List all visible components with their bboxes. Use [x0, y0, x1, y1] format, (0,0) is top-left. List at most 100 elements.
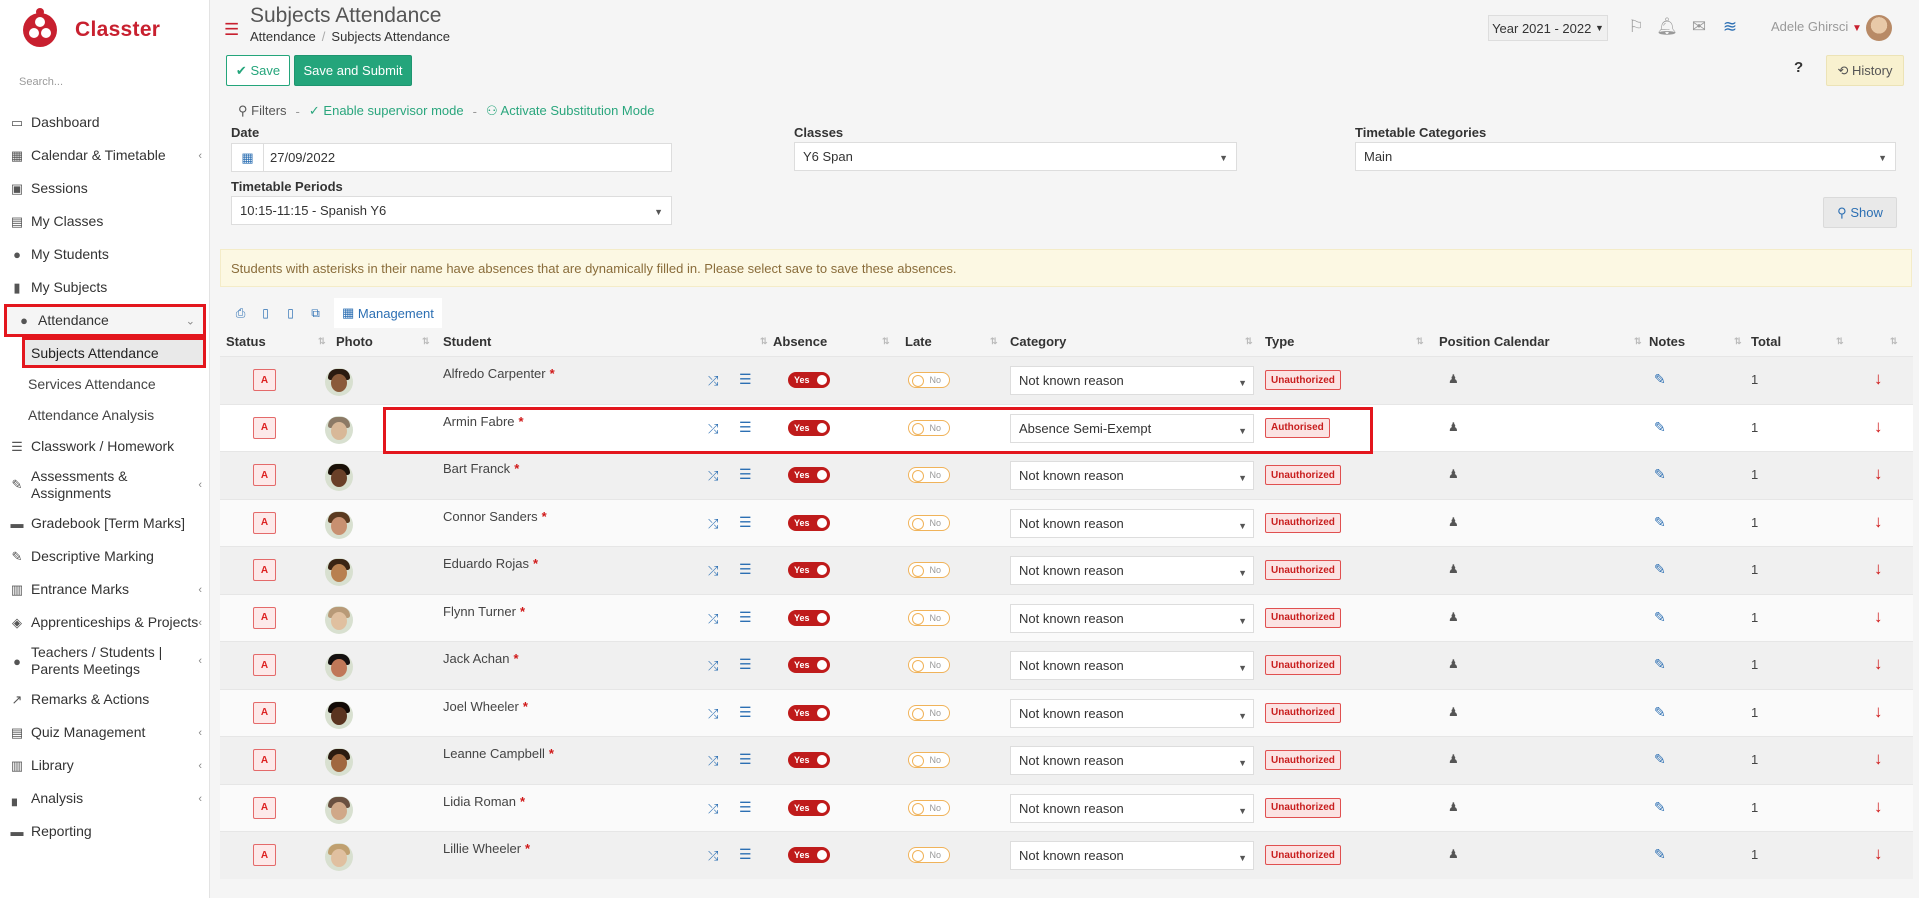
category-select[interactable]: Not known reason ▼: [1010, 603, 1254, 633]
student-name[interactable]: Connor Sanders *: [443, 509, 547, 524]
classes-select[interactable]: Y6 Span ▼: [794, 142, 1237, 171]
shuffle-icon[interactable]: ⤮: [708, 373, 718, 389]
category-select[interactable]: Not known reason ▼: [1010, 698, 1254, 728]
management-button[interactable]: ▦ Management: [334, 298, 442, 328]
status-badge[interactable]: A: [253, 369, 276, 391]
timetable-categories-select[interactable]: Main ▼: [1355, 142, 1896, 171]
shuffle-icon[interactable]: ⤮: [708, 848, 718, 864]
arrow-down-icon[interactable]: ↓: [1874, 702, 1883, 722]
list-icon[interactable]: ☰: [739, 609, 752, 626]
absence-toggle[interactable]: Yes: [788, 704, 830, 721]
list-icon[interactable]: ☰: [739, 419, 752, 436]
mail-icon[interactable]: ✉: [1688, 16, 1710, 38]
shuffle-icon[interactable]: ⤮: [708, 516, 718, 532]
position-calendar-icon[interactable]: ♟: [1448, 800, 1459, 814]
category-select[interactable]: Not known reason ▼: [1010, 508, 1254, 538]
edit-notes-icon[interactable]: ✎: [1654, 419, 1666, 436]
csv-icon[interactable]: ▯: [253, 306, 278, 320]
absence-toggle[interactable]: Yes: [788, 799, 830, 816]
activate-substitution-mode-link[interactable]: ⚇ Activate Substitution Mode: [486, 103, 654, 119]
category-select[interactable]: Not known reason ▼: [1010, 841, 1254, 870]
late-toggle[interactable]: No: [908, 372, 950, 388]
status-badge[interactable]: A: [253, 559, 276, 581]
status-badge[interactable]: A: [253, 416, 276, 439]
absence-toggle[interactable]: Yes: [788, 562, 830, 578]
edit-notes-icon[interactable]: ✎: [1654, 656, 1666, 673]
sidebar-item-my-subjects[interactable]: ▮ My Subjects: [0, 271, 210, 304]
arrow-down-icon[interactable]: ↓: [1874, 607, 1883, 627]
sort-icon[interactable]: ⇅: [760, 336, 768, 347]
arrow-down-icon[interactable]: ↓: [1874, 512, 1883, 532]
student-name[interactable]: Eduardo Rojas *: [443, 556, 538, 571]
absence-toggle[interactable]: Yes: [788, 657, 830, 673]
show-button[interactable]: ⚲ Show: [1823, 197, 1897, 228]
student-name[interactable]: Alfredo Carpenter *: [443, 366, 555, 381]
edit-notes-icon[interactable]: ✎: [1654, 751, 1666, 768]
status-badge[interactable]: A: [253, 654, 276, 676]
menu-toggle-icon[interactable]: ☰: [224, 20, 239, 40]
col-late[interactable]: Late: [905, 334, 932, 349]
category-select[interactable]: Absence Semi-Exempt ▼: [1010, 413, 1254, 443]
app-logo[interactable]: Classter: [20, 8, 160, 52]
sidebar-item-my-students[interactable]: ● My Students: [0, 238, 210, 271]
shuffle-icon[interactable]: ⤮: [708, 706, 718, 722]
col-absence[interactable]: Absence: [773, 334, 827, 349]
student-name[interactable]: Joel Wheeler *: [443, 699, 528, 714]
sidebar-subitem-attendance-analysis[interactable]: Attendance Analysis: [0, 399, 210, 430]
list-icon[interactable]: ☰: [739, 466, 752, 483]
edit-notes-icon[interactable]: ✎: [1654, 799, 1666, 816]
sort-icon[interactable]: ⇅: [1836, 336, 1844, 347]
sidebar-item-calendar-timetable[interactable]: ▦ Calendar & Timetable ‹: [0, 139, 210, 172]
col-category[interactable]: Category: [1010, 334, 1066, 349]
arrow-down-icon[interactable]: ↓: [1874, 369, 1883, 389]
edit-notes-icon[interactable]: ✎: [1654, 514, 1666, 531]
sidebar-item-teachers-students-parents-meetings[interactable]: ● Teachers / Students | Parents Meetings ‹: [0, 639, 210, 683]
arrow-down-icon[interactable]: ↓: [1874, 464, 1883, 484]
late-toggle[interactable]: No: [908, 657, 950, 673]
edit-notes-icon[interactable]: ✎: [1654, 704, 1666, 721]
category-select[interactable]: Not known reason ▼: [1010, 461, 1254, 490]
arrow-down-icon[interactable]: ↓: [1874, 797, 1883, 817]
list-icon[interactable]: ☰: [739, 799, 752, 816]
category-select[interactable]: Not known reason ▼: [1010, 746, 1254, 775]
sidebar-search-input[interactable]: Search...: [19, 76, 189, 88]
excel-icon[interactable]: ▯: [278, 306, 303, 320]
date-field[interactable]: ▦ 27/09/2022: [231, 143, 672, 172]
col-student[interactable]: Student: [443, 334, 491, 349]
absence-toggle[interactable]: Yes: [788, 847, 830, 863]
student-name[interactable]: Leanne Campbell *: [443, 746, 554, 761]
late-toggle[interactable]: No: [908, 799, 950, 816]
year-selector[interactable]: Year 2021 - 2022 ▼: [1488, 15, 1608, 41]
edit-notes-icon[interactable]: ✎: [1654, 609, 1666, 626]
late-toggle[interactable]: No: [908, 419, 950, 436]
late-toggle[interactable]: No: [908, 609, 950, 626]
sort-icon[interactable]: ⇅: [990, 336, 998, 347]
sidebar-item-assessments-assignments[interactable]: ✎ Assessments & Assignments ‹: [0, 463, 210, 507]
sort-icon[interactable]: ⇅: [318, 336, 326, 347]
student-name[interactable]: Bart Franck *: [443, 461, 519, 476]
sidebar-item-descriptive-marking[interactable]: ✎ Descriptive Marking: [0, 540, 210, 573]
sidebar-item-my-classes[interactable]: ▤ My Classes: [0, 205, 210, 238]
status-badge[interactable]: A: [253, 796, 276, 819]
filters-toggle[interactable]: ⚲ Filters: [238, 103, 287, 119]
sidebar-item-analysis[interactable]: ▖ Analysis ‹: [0, 782, 210, 815]
student-name[interactable]: Lidia Roman *: [443, 794, 525, 809]
late-toggle[interactable]: No: [908, 514, 950, 531]
student-name[interactable]: Armin Fabre *: [443, 414, 524, 429]
sort-icon[interactable]: ⇅: [1634, 336, 1642, 347]
sidebar-subitem-subjects-attendance[interactable]: Subjects Attendance: [22, 337, 206, 368]
arrow-down-icon[interactable]: ↓: [1874, 417, 1883, 437]
edit-notes-icon[interactable]: ✎: [1654, 561, 1666, 578]
student-name[interactable]: Flynn Turner *: [443, 604, 525, 619]
position-calendar-icon[interactable]: ♟: [1448, 752, 1459, 766]
absence-toggle[interactable]: Yes: [788, 514, 830, 531]
position-calendar-icon[interactable]: ♟: [1448, 467, 1459, 481]
status-badge[interactable]: A: [253, 844, 276, 866]
shuffle-icon[interactable]: ⤮: [708, 801, 718, 817]
category-select[interactable]: Not known reason ▼: [1010, 651, 1254, 680]
position-calendar-icon[interactable]: ♟: [1448, 420, 1459, 434]
bell-icon[interactable]: 🔔︎: [1656, 16, 1678, 38]
user-menu[interactable]: Adele Ghirsci ▼: [1771, 19, 1862, 34]
edit-notes-icon[interactable]: ✎: [1654, 371, 1666, 388]
absence-toggle[interactable]: Yes: [788, 467, 830, 483]
